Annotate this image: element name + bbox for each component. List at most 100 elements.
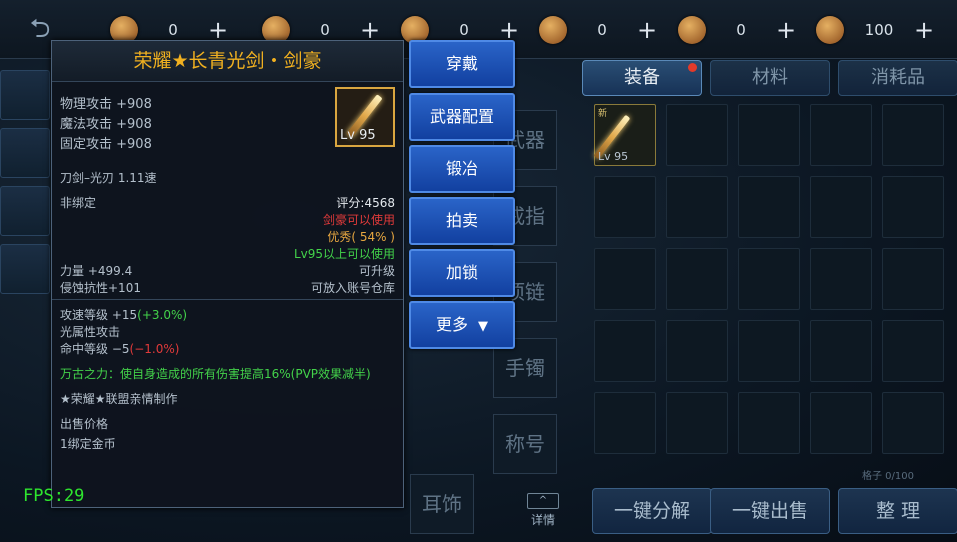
more-label: 更多: [435, 315, 468, 334]
inventory-slot[interactable]: [666, 392, 728, 454]
item-name: 荣耀★长青光剑・剑豪: [52, 41, 403, 82]
hit-rate-pct: (−1.0%): [129, 342, 180, 356]
inventory-slot[interactable]: [738, 320, 800, 382]
inventory-slot[interactable]: [666, 176, 728, 238]
dropdown-triangle-icon: ▼: [478, 319, 488, 334]
add-currency-button[interactable]: +: [914, 18, 934, 42]
left-nav-tab[interactable]: [0, 186, 50, 236]
attack-speed-value: 攻速等级 +15: [60, 308, 138, 322]
left-nav-tab[interactable]: [0, 70, 50, 120]
level-requirement: Lv95以上可以使用: [293, 247, 395, 261]
bind-status: 非绑定: [60, 196, 97, 210]
inventory-slot[interactable]: [810, 176, 872, 238]
currency-coin-bag: 0 +: [678, 14, 796, 46]
item-score: 评分:4568: [336, 196, 395, 210]
equip-slot-title[interactable]: 称号: [493, 414, 557, 474]
lock-button[interactable]: 加锁: [409, 249, 515, 297]
coin-bag-icon: [678, 16, 706, 44]
tab-label: 材料: [752, 67, 788, 88]
inventory-slot[interactable]: [882, 392, 944, 454]
inventory-slot[interactable]: [666, 320, 728, 382]
inventory-slot[interactable]: [594, 176, 656, 238]
stat-magic-attack: 魔法攻击 +908: [60, 117, 152, 132]
currency-coin-stack: 100 +: [816, 14, 934, 46]
item-tooltip: 荣耀★长青光剑・剑豪 物理攻击 +908 魔法攻击 +908 固定攻击 +908…: [51, 40, 404, 508]
bulk-sell-button[interactable]: 一键出售: [710, 488, 830, 534]
stat-physical-attack: 物理攻击 +908: [60, 97, 152, 112]
inventory-slot[interactable]: [666, 104, 728, 166]
more-button[interactable]: 更多 ▼: [409, 301, 515, 349]
stat-hit-rate: 命中等级 −5(−1.0%): [60, 340, 179, 357]
inventory-slot[interactable]: [882, 248, 944, 310]
item-icon: Lv 95: [335, 87, 395, 147]
inventory-slot[interactable]: [882, 104, 944, 166]
sell-price-label: 出售价格: [60, 417, 109, 431]
sort-button[interactable]: 整 理: [838, 488, 957, 534]
equip-button[interactable]: 穿戴: [409, 40, 515, 88]
weapon-config-button[interactable]: 武器配置: [409, 93, 515, 141]
inventory-capacity: 格子 0/100: [862, 471, 914, 482]
sell-price-value: 1绑定金币: [60, 437, 116, 451]
inventory-slot[interactable]: [738, 248, 800, 310]
currency-value: 0: [736, 21, 746, 39]
hit-rate-value: 命中等级 −5: [60, 342, 130, 356]
left-nav: [0, 70, 50, 302]
stat-fixed-attack: 固定攻击 +908: [60, 137, 152, 152]
inventory-slot[interactable]: [594, 392, 656, 454]
fps-counter: FPS:29: [23, 486, 85, 506]
inventory-slot[interactable]: [882, 320, 944, 382]
currency-value: 0: [459, 21, 469, 39]
add-currency-button[interactable]: +: [637, 18, 657, 42]
inventory-slot[interactable]: [810, 248, 872, 310]
inventory-slot[interactable]: [810, 104, 872, 166]
inventory-slot[interactable]: [738, 176, 800, 238]
currency-gift: 0 +: [539, 14, 657, 46]
item-level: Lv 95: [598, 150, 629, 163]
inventory-slot[interactable]: [738, 392, 800, 454]
tab-label: 消耗品: [871, 67, 925, 88]
tab-label: 装备: [624, 67, 660, 88]
quality: 优秀( 54% ): [327, 230, 395, 244]
detail-button[interactable]: ^ 详情: [526, 493, 560, 528]
currency-value: 100: [864, 21, 894, 39]
forge-button[interactable]: 锻冶: [409, 145, 515, 193]
inventory-slot[interactable]: [738, 104, 800, 166]
coin-stack-icon: [816, 16, 844, 44]
inventory-slot[interactable]: [810, 392, 872, 454]
add-currency-button[interactable]: +: [499, 18, 519, 42]
special-effect: 万古之力：使自身造成的所有伤害提高16%(PVP效果减半): [60, 367, 371, 381]
tab-materials[interactable]: 材料: [710, 60, 830, 96]
left-nav-tab[interactable]: [0, 244, 50, 294]
currency-value: 0: [597, 21, 607, 39]
bulk-dismantle-button[interactable]: 一键分解: [592, 488, 712, 534]
weapon-type: 刀剑–光刃 1.11速: [60, 171, 157, 185]
inventory-grid: 新 Lv 95: [593, 104, 944, 454]
inventory-slot[interactable]: [882, 176, 944, 238]
add-currency-button[interactable]: +: [360, 18, 380, 42]
inventory-slot[interactable]: [594, 320, 656, 382]
auction-button[interactable]: 拍卖: [409, 197, 515, 245]
upgradable: 可升级: [358, 264, 395, 278]
gift-icon: [539, 16, 567, 44]
new-tag: 新: [598, 109, 608, 119]
inventory-slot[interactable]: [666, 248, 728, 310]
inventory-slot[interactable]: [810, 320, 872, 382]
add-currency-button[interactable]: +: [208, 18, 228, 42]
add-currency-button[interactable]: +: [776, 18, 796, 42]
stat-strength: 力量 +499.4: [60, 264, 133, 278]
left-nav-tab[interactable]: [0, 128, 50, 178]
inventory-slot-sword[interactable]: 新 Lv 95: [593, 104, 656, 166]
divider: [52, 299, 403, 300]
stat-corrosion-resist: 侵蚀抗性+101: [60, 281, 141, 295]
tab-consumables[interactable]: 消耗品: [838, 60, 957, 96]
currency-value: 0: [320, 21, 330, 39]
equip-slot-earring[interactable]: 耳饰: [410, 474, 474, 534]
maker: ★荣耀★联盟亲情制作: [60, 392, 178, 406]
stat-attack-speed: 攻速等级 +15(+3.0%): [60, 306, 187, 323]
class-requirement: 剑豪可以使用: [322, 213, 395, 227]
inventory-slot[interactable]: [594, 248, 656, 310]
attack-speed-pct: (+3.0%): [137, 308, 188, 322]
chevron-up-icon: ^: [527, 493, 559, 509]
tab-equipment[interactable]: 装备: [582, 60, 702, 96]
stat-element: 光属性攻击: [60, 325, 121, 339]
